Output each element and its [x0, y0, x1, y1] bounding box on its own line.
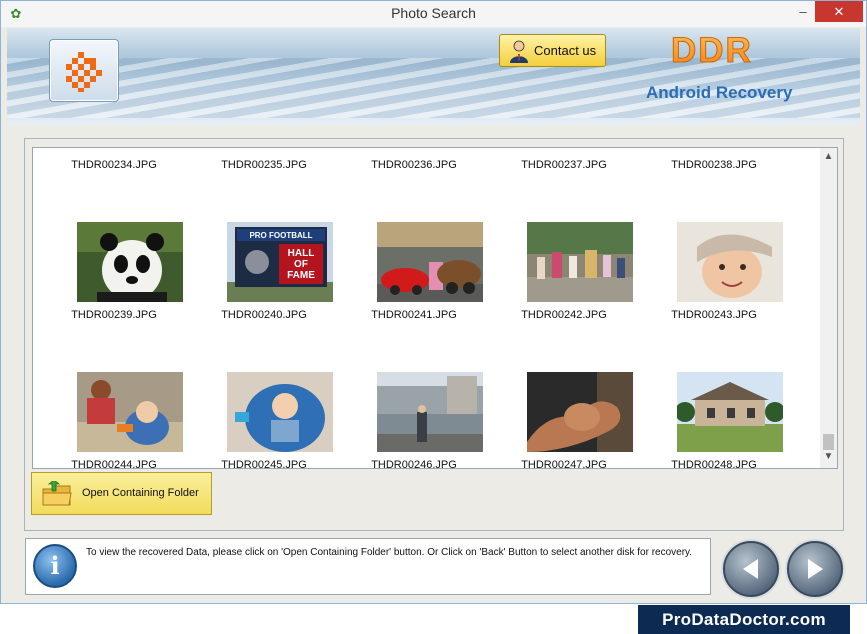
photo-item[interactable]: THDR00243.JPG — [639, 152, 789, 321]
info-message: To view the recovered Data, please click… — [86, 547, 693, 558]
contact-us-button[interactable]: Contact us — [499, 34, 606, 67]
product-name: Android Recovery — [646, 83, 793, 102]
brand-logo-text: DDR — [671, 31, 753, 71]
app-window: ✿ Photo Search – ✕ Contact us DDR Androi… — [0, 0, 867, 604]
photo-item[interactable]: PRO FOOTBALL HALL OF FAME THDR00240.JPG — [189, 152, 339, 321]
photo-item[interactable]: THDR00241.JPG — [339, 152, 489, 321]
next-button[interactable] — [787, 541, 843, 597]
app-logo — [49, 39, 119, 102]
sign-line-4: FAME — [287, 270, 315, 281]
person-icon — [510, 40, 528, 63]
photo-thumbnail[interactable] — [77, 222, 183, 302]
photo-item[interactable]: THDR00242.JPG — [489, 152, 639, 321]
sign-line-1: PRO FOOTBALL — [249, 231, 312, 240]
gallery-scrollbar[interactable]: ▲ ▼ — [820, 148, 837, 468]
scroll-down-icon[interactable]: ▼ — [820, 451, 837, 465]
photo-filename: THDR00247.JPG — [521, 459, 607, 469]
photo-filename: THDR00246.JPG — [371, 459, 457, 469]
photo-item[interactable]: THDR00247.JPG — [489, 302, 639, 468]
folder-icon — [42, 481, 72, 506]
info-icon: i — [33, 544, 77, 588]
photo-thumbnail[interactable] — [677, 222, 783, 302]
header-banner: Contact us DDR Android Recovery — [7, 28, 860, 125]
close-button[interactable]: ✕ — [815, 1, 863, 22]
scroll-up-icon[interactable]: ▲ — [820, 151, 837, 165]
arrow-left-icon — [743, 559, 758, 579]
sign-line-2: HALL — [288, 248, 315, 259]
scroll-thumb[interactable] — [823, 434, 834, 450]
back-button[interactable] — [723, 541, 779, 597]
photo-thumbnail[interactable] — [77, 372, 183, 452]
contact-us-label: Contact us — [534, 43, 597, 58]
photo-item[interactable]: THDR00239.JPG — [39, 152, 189, 321]
photo-filename: THDR00248.JPG — [671, 459, 757, 469]
sign-line-3: OF — [294, 259, 308, 270]
photo-item[interactable]: THDR00246.JPG — [339, 302, 489, 468]
photo-thumbnail[interactable] — [677, 372, 783, 452]
photo-thumbnail[interactable]: PRO FOOTBALL HALL OF FAME — [227, 222, 333, 302]
photo-item[interactable]: THDR00248.JPG — [639, 302, 789, 468]
open-folder-label: Open Containing Folder — [82, 487, 199, 499]
minimize-button[interactable]: – — [789, 1, 817, 22]
photo-thumbnail[interactable] — [377, 372, 483, 452]
photo-thumbnail[interactable] — [527, 372, 633, 452]
open-containing-folder-button[interactable]: Open Containing Folder — [31, 472, 212, 515]
photo-thumbnail[interactable] — [227, 372, 333, 452]
photo-filename: THDR00245.JPG — [221, 459, 307, 469]
window-title: Photo Search — [391, 5, 476, 21]
info-panel: i To view the recovered Data, please cli… — [25, 538, 711, 595]
title-bar: ✿ Photo Search – ✕ — [1, 1, 866, 27]
photo-filename: THDR00244.JPG — [71, 459, 157, 469]
footer-site-banner[interactable]: ProDataDoctor.com — [638, 605, 850, 634]
photo-item[interactable]: THDR00244.JPG — [39, 302, 189, 468]
checker-logo-icon — [66, 52, 102, 92]
photo-item[interactable]: THDR00245.JPG — [189, 302, 339, 468]
arrow-right-icon — [808, 559, 823, 579]
photo-gallery[interactable]: THDR00234.JPG THDR00235.JPG THDR00236.JPG T… — [32, 147, 838, 469]
photo-thumbnail[interactable] — [527, 222, 633, 302]
photo-thumbnail[interactable] — [377, 222, 483, 302]
